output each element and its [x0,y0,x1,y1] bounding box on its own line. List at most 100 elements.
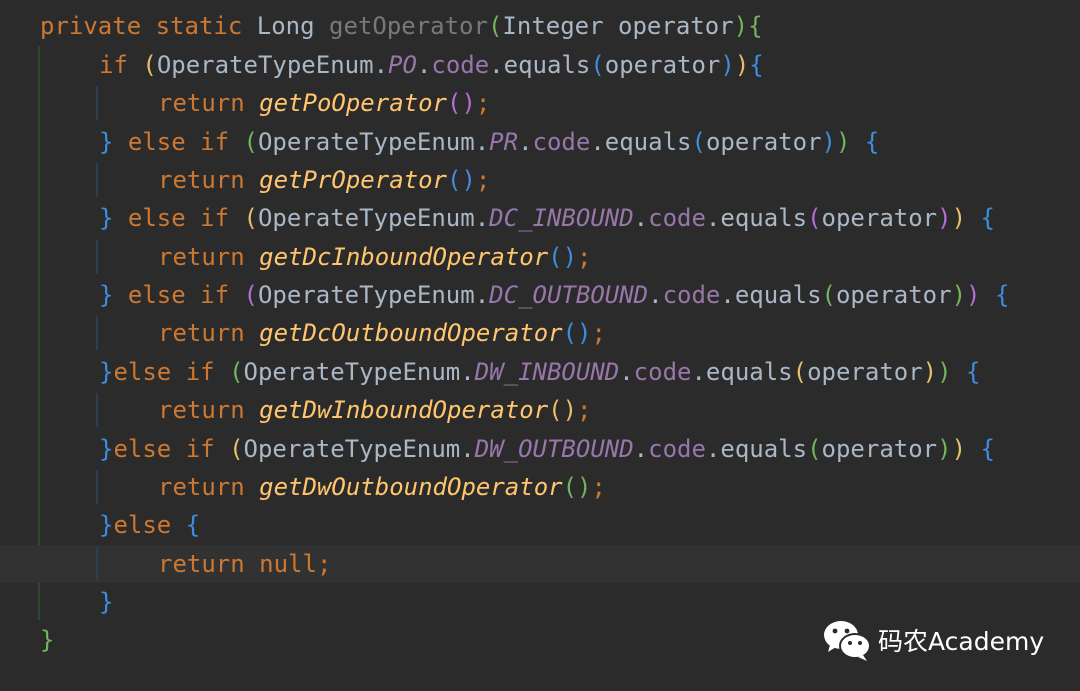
code-line-content: }else { [99,506,200,544]
code-token: ( [229,435,244,463]
code-token: ) [937,204,952,232]
code-line[interactable]: } else if (OperateTypeEnum.DC_OUTBOUND.c… [0,276,1080,314]
code-token: if [185,435,215,463]
code-token: ( [548,243,563,271]
code-token: ) [922,358,938,386]
code-line[interactable]: } [0,583,1080,621]
code-token: } [99,128,114,156]
code-token: { [994,281,1010,309]
code-line[interactable]: return getPrOperator(); [0,161,1080,199]
code-token: . [518,128,533,156]
code-token: static [155,12,243,40]
code-token: getDcInboundOperator [259,243,549,271]
code-line[interactable]: } else if (OperateTypeEnum.DC_INBOUND.co… [0,199,1080,237]
code-token: ) [951,281,967,309]
code-token: ) [562,243,578,271]
indent-guide-block [96,316,98,350]
code-token: . [648,281,663,309]
code-token: ; [591,473,606,501]
code-line-content: return getDcInboundOperator(); [158,238,592,276]
code-token: ) [951,204,967,232]
code-token: ) [461,89,476,117]
code-line[interactable]: }else if (OperateTypeEnum.DW_INBOUND.cod… [0,353,1080,391]
code-token: . [460,358,475,386]
watermark: 码农Academy [822,618,1062,662]
code-line[interactable]: return null; [0,545,1080,583]
code-token: OperateTypeEnum [257,281,475,309]
code-token: . [416,51,432,79]
code-token: code [431,51,490,79]
code-token: ) [577,473,592,501]
code-token: . [474,128,490,156]
code-token: equals [734,281,822,309]
code-token: operator [705,128,822,156]
code-line-content: return getPrOperator(); [158,161,490,199]
code-line-content: private static Long getOperator(Integer … [40,7,763,45]
code-line[interactable]: return getPoOperator(); [0,84,1080,122]
code-line[interactable]: return getDwInboundOperator(); [0,391,1080,429]
code-token: . [619,358,634,386]
code-line[interactable]: if (OperateTypeEnum.PO.code.equals(opera… [0,46,1080,84]
code-token: } [99,204,114,232]
code-token: { [864,128,880,156]
code-token: ; [577,396,592,424]
code-editor[interactable]: private static Long getOperator(Integer … [0,0,1080,691]
code-token: DW_INBOUND [474,358,620,386]
code-token: else [113,511,172,539]
code-token: ) [734,51,750,79]
code-token: ( [229,358,244,386]
code-line-content: }else if (OperateTypeEnum.DW_OUTBOUND.co… [99,430,995,468]
code-token: ) [937,435,952,463]
code-token: } [99,358,114,386]
code-token: private [40,12,142,40]
code-token: if [185,358,215,386]
code-token: ( [562,319,578,347]
code-line-content: }else if (OperateTypeEnum.DW_INBOUND.cod… [99,353,980,391]
code-line[interactable]: return getDcInboundOperator(); [0,238,1080,276]
code-token: if [200,204,230,232]
code-token: { [749,51,764,79]
code-token: getDwOutboundOperator [259,473,563,501]
code-token: . [691,358,706,386]
code-token: getPoOperator [259,89,447,117]
code-token: . [705,435,721,463]
code-token: operator [807,358,923,386]
code-line[interactable]: } else if (OperateTypeEnum.PR.code.equal… [0,123,1080,161]
code-line[interactable]: }else if (OperateTypeEnum.DW_OUTBOUND.co… [0,430,1080,468]
code-token: } [99,281,114,309]
code-line-content: } else if (OperateTypeEnum.DC_OUTBOUND.c… [99,276,1009,314]
code-token: else [113,358,172,386]
indent-guide-block [96,86,98,120]
code-line[interactable]: private static Long getOperator(Integer … [0,7,1080,45]
code-token: . [373,51,389,79]
code-token: ) [562,396,578,424]
code-token: . [474,281,490,309]
code-token: } [40,626,55,654]
code-token: . [633,435,649,463]
indent-guide-block [96,470,98,504]
code-line[interactable]: }else { [0,506,1080,544]
code-line-content: } else if (OperateTypeEnum.PR.code.equal… [99,123,879,161]
code-token: return [158,319,245,347]
indent-guide-block [96,240,98,274]
code-token: getPrOperator [259,166,447,194]
code-token: ( [691,128,706,156]
code-token: getDwInboundOperator [259,396,549,424]
code-token: return [158,166,245,194]
code-line[interactable]: return getDcOutboundOperator(); [0,314,1080,352]
code-token: ; [577,243,592,271]
code-line[interactable]: return getDwOutboundOperator(); [0,468,1080,506]
code-line-content: if (OperateTypeEnum.PO.code.equals(opera… [99,46,764,84]
